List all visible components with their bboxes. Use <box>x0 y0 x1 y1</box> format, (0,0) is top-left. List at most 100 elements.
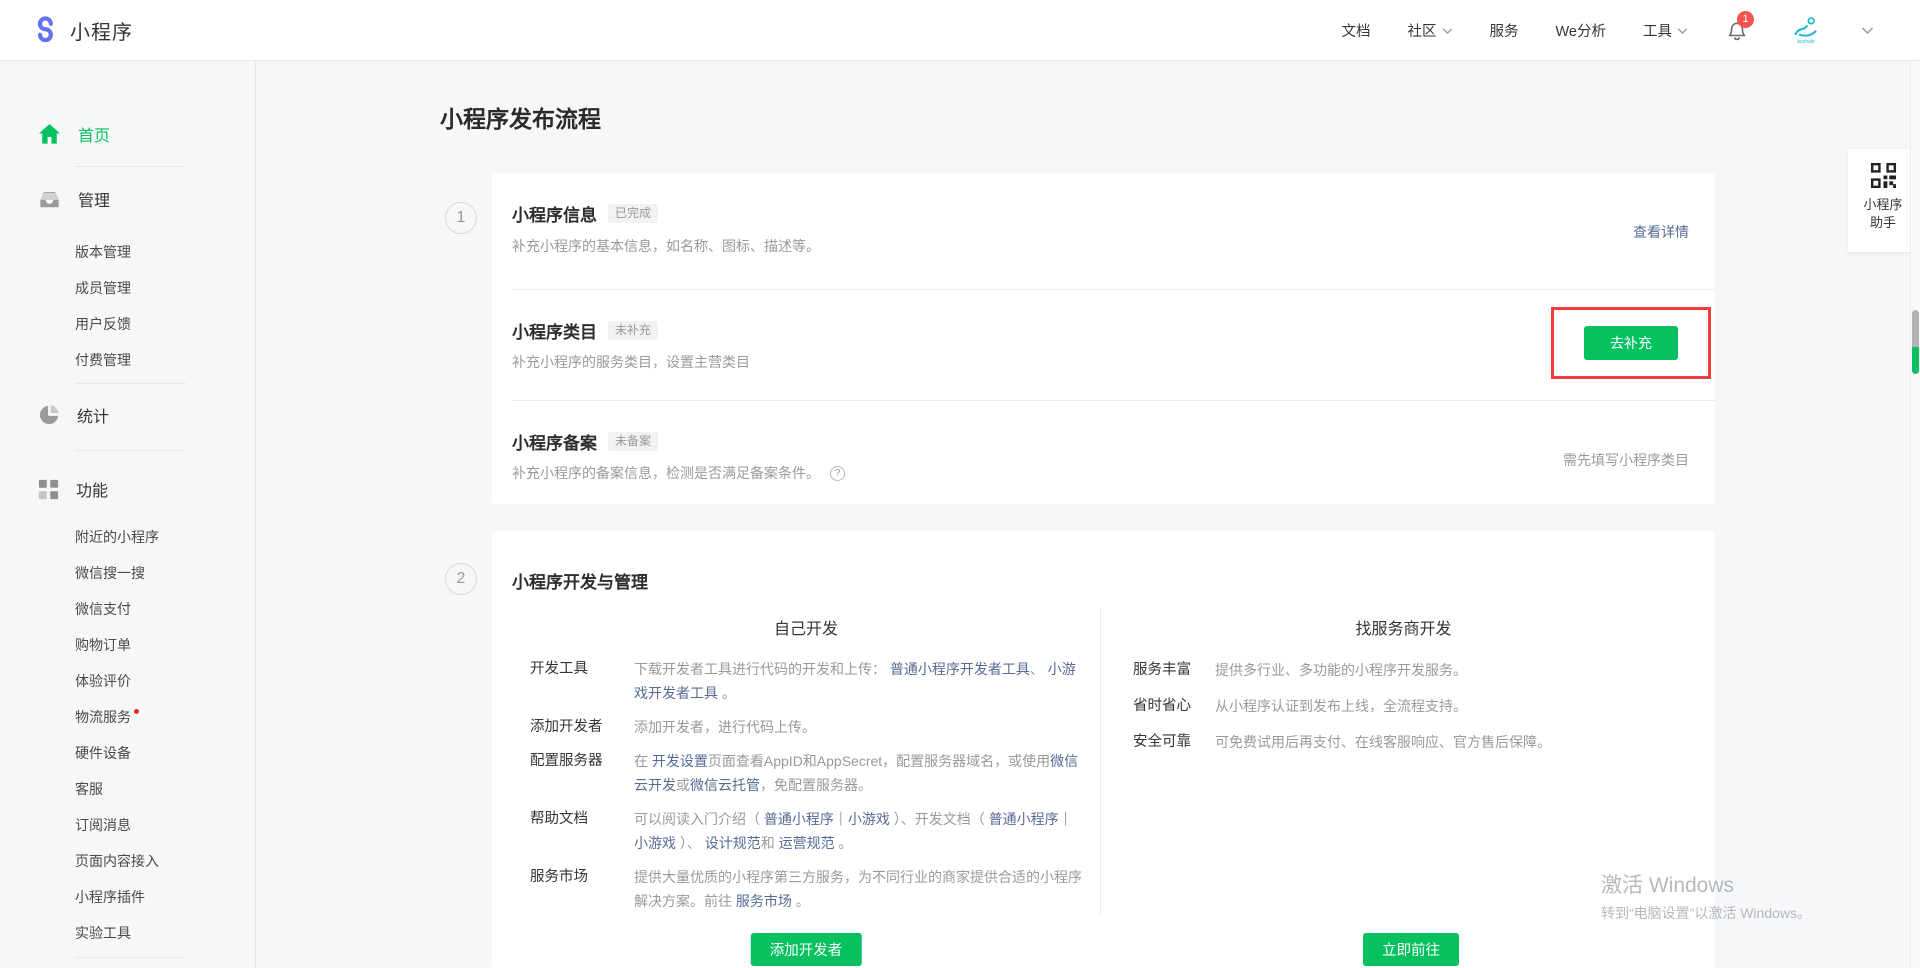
account-chevron-down-icon[interactable] <box>1861 22 1874 40</box>
svc-row-label: 省时省心 <box>1133 694 1215 718</box>
dev-row-content: 可以阅读入门介绍（ 普通小程序｜小游戏 ）、开发文档（ 普通小程序｜小游戏 ）、… <box>634 807 1084 855</box>
sidebar-item-付费管理[interactable]: 付费管理 <box>75 342 255 378</box>
link-普通小程序开发者工具[interactable]: 普通小程序开发者工具 <box>890 661 1030 677</box>
avatar-caption: kychakr <box>1797 39 1815 44</box>
sidebar-item-label: 购物订单 <box>75 635 131 655</box>
sidebar-item-小程序插件[interactable]: 小程序插件 <box>75 879 255 915</box>
go-complete-button[interactable]: 去补充 <box>1584 326 1678 360</box>
sidebar-item-label: 物流服务 <box>75 707 131 727</box>
dev-text: 和 <box>761 835 779 851</box>
dev-row-开发工具: 开发工具下载开发者工具进行代码的开发和上传： 普通小程序开发者工具、 小游戏开发… <box>530 657 1084 705</box>
sidebar-home-label: 首页 <box>78 122 110 146</box>
sidebar-item-实验工具[interactable]: 实验工具 <box>75 915 255 951</box>
nav-item-服务[interactable]: 服务 <box>1490 20 1519 41</box>
row-title: 小程序信息 已完成 <box>512 201 658 226</box>
nav-item-社区[interactable]: 社区 <box>1408 20 1453 41</box>
red-dot-badge <box>134 709 139 714</box>
nav-item-label: 工具 <box>1643 20 1672 41</box>
dev-text: 可以阅读入门介绍（ <box>634 811 764 827</box>
inbox-icon <box>38 188 61 210</box>
sidebar-item-label: 体验评价 <box>75 671 131 691</box>
assistant-label-line1: 小程序 <box>1863 196 1902 214</box>
notification-bell[interactable]: 1 <box>1725 18 1751 44</box>
link-微信云托管[interactable]: 微信云托管 <box>690 777 760 793</box>
miniprogram-assistant-widget[interactable]: 小程序 助手 <box>1848 149 1918 253</box>
notification-badge: 1 <box>1737 11 1754 28</box>
app-logo[interactable]: 小程序 <box>30 0 133 61</box>
account-avatar[interactable]: kychakr <box>1788 16 1824 45</box>
grid-icon <box>38 479 59 500</box>
step-2-number: 2 <box>445 563 477 595</box>
nav-item-文档[interactable]: 文档 <box>1342 20 1371 41</box>
dev-text: 、 <box>1030 661 1048 677</box>
nav-item-工具[interactable]: 工具 <box>1643 20 1688 41</box>
prerequisite-note: 需先填写小程序类目 <box>1563 450 1689 470</box>
sidebar-item-label: 版本管理 <box>75 242 131 262</box>
sidebar-section-statistics[interactable]: 统计 <box>38 397 255 433</box>
sidebar-item-用户反馈[interactable]: 用户反馈 <box>75 306 255 342</box>
link-运营规范[interactable]: 运营规范 <box>779 835 835 851</box>
sidebar-item-页面内容接入[interactable]: 页面内容接入 <box>75 843 255 879</box>
qr-code-icon <box>1870 162 1897 189</box>
dev-row-label: 添加开发者 <box>530 715 634 739</box>
add-developer-button[interactable]: 添加开发者 <box>751 933 862 966</box>
sidebar-divider <box>75 450 186 451</box>
sidebar-item-label: 成员管理 <box>75 278 131 298</box>
nav-item-label: 文档 <box>1342 20 1371 41</box>
step-1-number: 1 <box>445 202 477 234</box>
miniprogram-filing-title: 小程序备案 <box>512 429 597 454</box>
sidebar-item-label: 硬件设备 <box>75 743 131 763</box>
scrollbar-thumb[interactable] <box>1912 310 1919 374</box>
dev-text: 。 <box>792 893 810 909</box>
link-普通小程序｜小游戏[interactable]: 普通小程序｜小游戏 <box>764 811 890 827</box>
page: 小程序 文档 社区 服务 We分析 工具 1 kychakr <box>0 0 1920 968</box>
sidebar-section-management[interactable]: 管理 <box>38 181 255 217</box>
sidebar-item-硬件设备[interactable]: 硬件设备 <box>75 735 255 771</box>
sidebar-item-label: 附近的小程序 <box>75 527 159 547</box>
sidebar-section-features[interactable]: 功能 <box>38 471 255 507</box>
row-title: 小程序备案 未备案 <box>512 429 658 454</box>
assistant-label-line2: 助手 <box>1863 214 1902 232</box>
sidebar-item-客服[interactable]: 客服 <box>75 771 255 807</box>
sidebar-item-label: 客服 <box>75 779 103 799</box>
page-scrollbar[interactable] <box>1910 0 1920 968</box>
nav-item-label: We分析 <box>1556 20 1607 41</box>
assistant-label: 小程序 助手 <box>1863 196 1902 232</box>
sidebar-group-features: 附近的小程序微信搜一搜微信支付购物订单体验评价物流服务硬件设备客服订阅消息页面内… <box>0 519 255 951</box>
sidebar-item-label: 小程序插件 <box>75 887 145 907</box>
svc-row-安全可靠: 安全可靠可免费试用后再支付、在线客服响应、官方售后保障。 <box>1133 730 1663 754</box>
dev-row-label: 服务市场 <box>530 865 634 913</box>
sidebar-item-微信支付[interactable]: 微信支付 <box>75 591 255 627</box>
sidebar-item-订阅消息[interactable]: 订阅消息 <box>75 807 255 843</box>
sidebar-item-物流服务[interactable]: 物流服务 <box>75 699 255 735</box>
sidebar-item-成员管理[interactable]: 成员管理 <box>75 270 255 306</box>
help-icon[interactable]: ? <box>830 466 845 481</box>
sidebar-item-体验评价[interactable]: 体验评价 <box>75 663 255 699</box>
go-now-button[interactable]: 立即前往 <box>1363 933 1459 966</box>
sidebar-item-label: 付费管理 <box>75 350 131 370</box>
find-provider-header: 找服务商开发 <box>1100 615 1707 639</box>
row-divider <box>512 289 1715 290</box>
link-服务市场[interactable]: 服务市场 <box>736 893 792 909</box>
sidebar-item-购物订单[interactable]: 购物订单 <box>75 627 255 663</box>
link-设计规范[interactable]: 设计规范 <box>705 835 761 851</box>
nav-item-We分析[interactable]: We分析 <box>1556 20 1607 41</box>
dev-text: 。 <box>718 685 736 701</box>
sidebar-item-home[interactable]: 首页 <box>38 116 255 152</box>
row-title: 小程序类目 未补充 <box>512 318 658 343</box>
svc-row-desc: 从小程序认证到发布上线，全流程支持。 <box>1215 694 1467 718</box>
sidebar-item-附近的小程序[interactable]: 附近的小程序 <box>75 519 255 555</box>
page-title: 小程序发布流程 <box>440 100 601 134</box>
dev-text: ，免配置服务器。 <box>760 777 872 793</box>
dev-row-content: 提供大量优质的小程序第三方服务，为不同行业的商家提供合适的小程序解决方案。前往 … <box>634 865 1084 913</box>
miniprogram-logo-icon <box>30 13 60 48</box>
svc-row-label: 服务丰富 <box>1133 658 1215 682</box>
sidebar-item-label: 订阅消息 <box>75 815 131 835</box>
sidebar-group-management: 版本管理成员管理用户反馈付费管理 <box>0 234 255 378</box>
sidebar-divider <box>75 166 186 167</box>
chevron-down-icon <box>1677 27 1688 35</box>
sidebar-item-微信搜一搜[interactable]: 微信搜一搜 <box>75 555 255 591</box>
view-details-link[interactable]: 查看详情 <box>1633 222 1689 242</box>
link-开发设置[interactable]: 开发设置 <box>652 753 708 769</box>
sidebar-item-版本管理[interactable]: 版本管理 <box>75 234 255 270</box>
